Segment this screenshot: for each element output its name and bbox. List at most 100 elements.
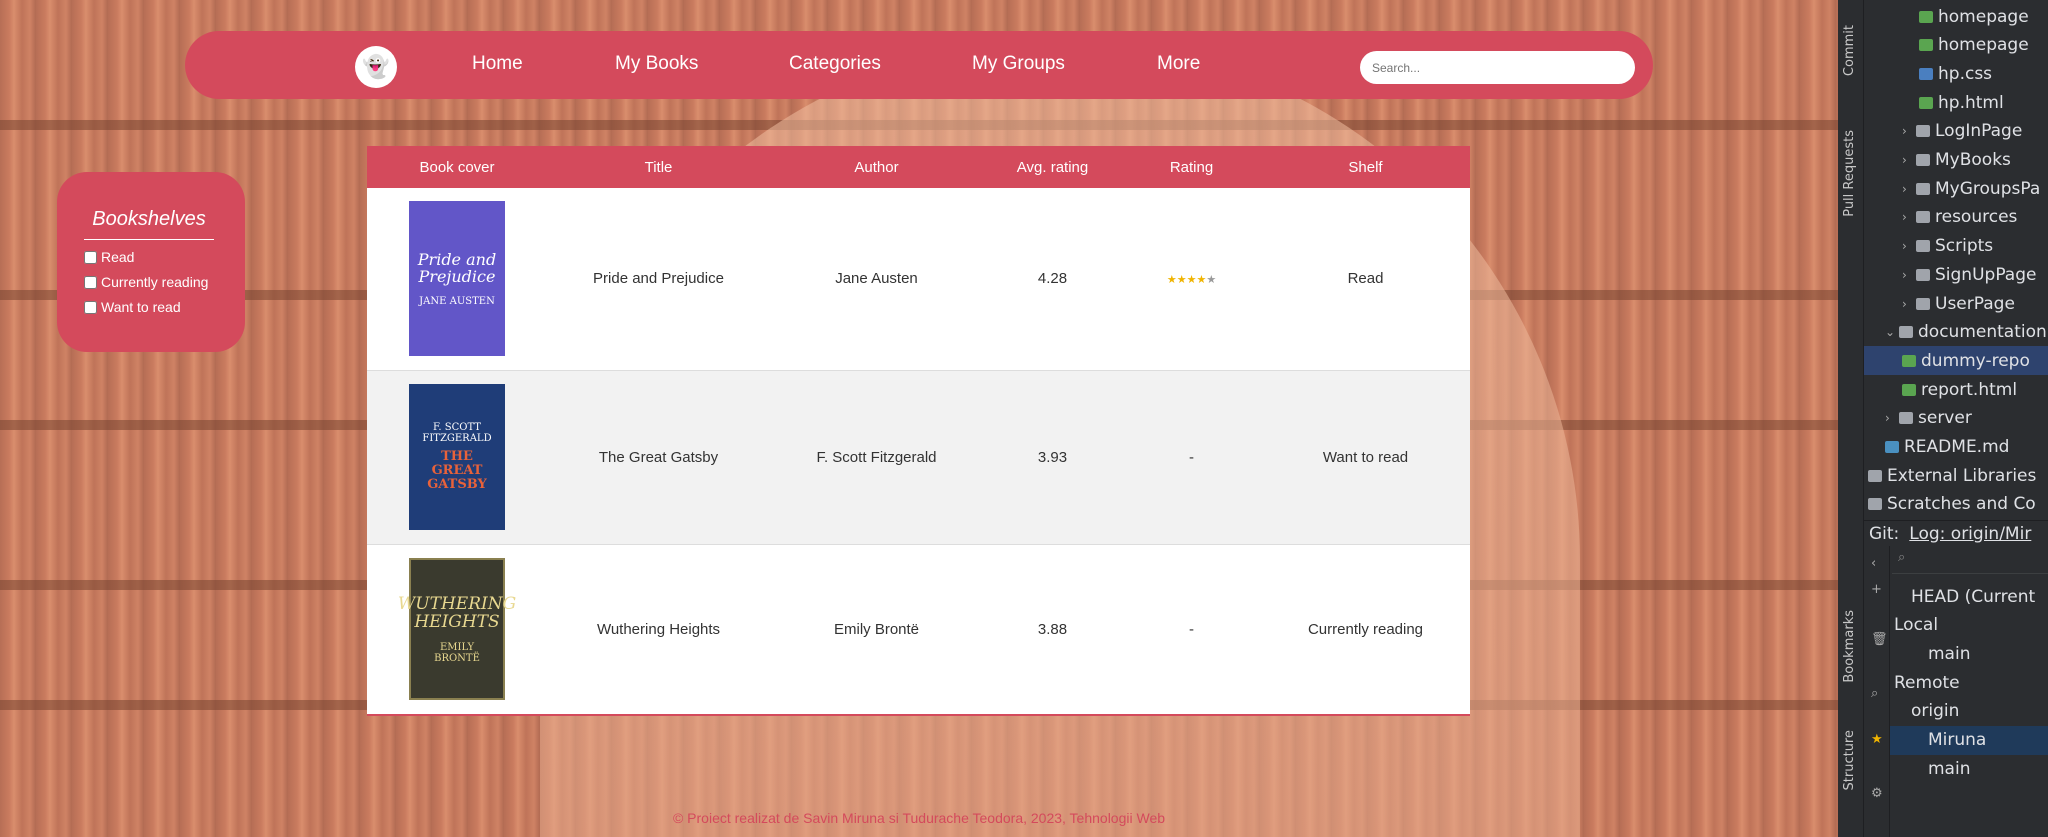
html-file-icon <box>1919 39 1933 52</box>
shelf-checkbox[interactable] <box>84 300 97 314</box>
book-author[interactable]: Emily Brontë <box>770 544 983 714</box>
delete-icon[interactable]: 🗑 <box>1871 632 1888 647</box>
project-tree-item[interactable]: › UserPage <box>1864 289 2048 318</box>
chevron-icon[interactable]: › <box>1885 411 1899 425</box>
project-tree-item[interactable]: dummy-repo <box>1864 346 2048 376</box>
table-row[interactable]: F. SCOTT FITZGERALD THE GREAT GATSBY The … <box>367 370 1470 544</box>
project-tree-item[interactable]: report.html <box>1864 375 2048 404</box>
git-branch-item[interactable]: main <box>1890 639 2048 668</box>
git-branch-item[interactable]: main <box>1890 754 2048 783</box>
plus-icon[interactable]: + <box>1871 582 1882 597</box>
nav-more[interactable]: More <box>1157 53 1200 75</box>
chevron-icon[interactable]: › <box>1902 297 1916 311</box>
ide-side-strip: Commit Pull Requests Bookmarks Structure <box>1838 0 1864 837</box>
book-author[interactable]: Jane Austen <box>770 188 983 370</box>
git-branch-item[interactable]: Remote <box>1890 668 2048 697</box>
project-tree-item[interactable]: › resources <box>1864 203 2048 232</box>
star-icon[interactable]: ★ <box>1187 274 1197 286</box>
star-icon[interactable]: ★ <box>1871 732 1883 747</box>
project-tree-item[interactable]: hp.html <box>1864 88 2048 117</box>
tree-item-label: MyGroupsPa <box>1935 178 2041 199</box>
ghost-logo-icon[interactable]: 👻 <box>355 46 397 88</box>
shelf-checkbox[interactable] <box>84 250 97 264</box>
chevron-icon[interactable]: › <box>1902 153 1916 167</box>
user-rating[interactable]: - <box>1122 370 1261 544</box>
nav-home[interactable]: Home <box>472 53 523 75</box>
shelf-label: Want to read <box>101 299 181 315</box>
git-branch-label: origin <box>1911 701 1960 722</box>
chevron-icon[interactable]: › <box>1902 210 1916 224</box>
git-branch-label: Miruna <box>1928 730 1987 750</box>
search-icon[interactable]: ⌕ <box>1871 686 1878 701</box>
git-branch-item[interactable]: Miruna <box>1890 725 2048 755</box>
chevron-icon[interactable]: ⌄ <box>1885 325 1899 339</box>
nav-my-books[interactable]: My Books <box>615 53 698 75</box>
gear-icon[interactable]: ⚙ <box>1871 786 1883 801</box>
git-branch-item[interactable]: origin <box>1890 697 2048 726</box>
project-tree-item[interactable]: › server <box>1864 404 2048 433</box>
git-log-tab[interactable]: Log: origin/Mir <box>1909 524 2031 544</box>
shelf-checkbox[interactable] <box>84 275 97 289</box>
folder-icon <box>1916 211 1930 224</box>
project-tree-item[interactable]: homepage <box>1864 2 2048 31</box>
star-icon[interactable]: ★ <box>1167 274 1177 286</box>
nav-my-groups[interactable]: My Groups <box>972 53 1065 75</box>
bookmarks-tab[interactable]: Bookmarks <box>1842 610 1857 683</box>
project-tree-item[interactable]: hp.css <box>1864 59 2048 88</box>
folder-icon <box>1916 125 1930 138</box>
git-branch-item[interactable]: HEAD (Current <box>1890 582 2048 611</box>
folder-icon <box>1916 154 1930 166</box>
project-tree-item[interactable]: › Scripts <box>1864 232 2048 261</box>
tree-item-label: dummy-repo <box>1921 350 2030 371</box>
shelf-filter-currently-reading[interactable]: Currently reading <box>84 274 245 290</box>
shelf-label: Read <box>101 249 135 265</box>
pull-requests-tab[interactable]: Pull Requests <box>1842 130 1857 217</box>
project-tree-item[interactable]: › MyGroupsPa <box>1864 174 2048 203</box>
git-branch-item[interactable]: Local <box>1890 611 2048 640</box>
book-title[interactable]: Wuthering Heights <box>547 544 770 714</box>
book-title[interactable]: The Great Gatsby <box>547 370 770 544</box>
chevron-icon[interactable]: › <box>1902 268 1916 282</box>
tree-item-label: hp.css <box>1938 63 1993 84</box>
git-branch-label: Local <box>1894 615 1939 636</box>
book-cover-image[interactable]: Pride and Prejudice JANE AUSTEN <box>409 201 505 357</box>
user-rating[interactable]: - <box>1122 544 1261 714</box>
tree-item-label: homepage <box>1938 6 2029 27</box>
table-row[interactable]: Pride and Prejudice JANE AUSTEN Pride and… <box>367 188 1470 370</box>
book-cover-image[interactable]: WUTHERING HEIGHTS EMILY BRONTË <box>398 558 516 701</box>
shelf-filter-want-to-read[interactable]: Want to read <box>84 299 245 315</box>
project-tree-item[interactable]: homepage <box>1864 31 2048 60</box>
book-cover-image[interactable]: F. SCOTT FITZGERALD THE GREAT GATSBY <box>409 384 505 530</box>
rating-stars[interactable]: ★★★★★ <box>1167 270 1216 287</box>
project-tree-item[interactable]: External Libraries <box>1864 461 2048 490</box>
chevron-icon[interactable]: › <box>1902 124 1916 138</box>
git-tool-column: ‹ + 🗑 ⌕ ★ ⚙ <box>1864 546 1890 837</box>
search-input[interactable] <box>1360 51 1635 84</box>
table-header-row: Book cover Title Author Avg. rating Rati… <box>367 146 1470 188</box>
book-author[interactable]: F. Scott Fitzgerald <box>770 370 983 544</box>
folder-icon <box>1899 412 1913 425</box>
html-file-icon <box>1902 354 1916 367</box>
user-rating[interactable]: ★★★★★ <box>1122 188 1261 370</box>
star-icon[interactable]: ★ <box>1177 274 1187 286</box>
table-row[interactable]: WUTHERING HEIGHTS EMILY BRONTË Wuthering … <box>367 544 1470 714</box>
nav-categories[interactable]: Categories <box>789 53 881 75</box>
structure-tab[interactable]: Structure <box>1842 730 1857 790</box>
git-branch-search[interactable]: ⌕ <box>1892 550 2048 574</box>
book-title[interactable]: Pride and Prejudice <box>547 188 770 370</box>
project-tree-item[interactable]: › LogInPage <box>1864 117 2048 146</box>
project-tree-item[interactable]: README.md <box>1864 433 2048 462</box>
shelf-filter-read[interactable]: Read <box>84 249 245 265</box>
tree-item-label: homepage <box>1938 35 2029 56</box>
project-tree-item[interactable]: › SignUpPage <box>1864 260 2048 289</box>
project-tree-item[interactable]: › MyBooks <box>1864 146 2048 175</box>
chevron-icon[interactable]: › <box>1902 182 1916 196</box>
chevron-left-icon[interactable]: ‹ <box>1871 556 1876 571</box>
star-icon[interactable]: ★ <box>1206 274 1216 286</box>
commit-tab[interactable]: Commit <box>1842 25 1857 76</box>
project-tree-item[interactable]: Scratches and Co <box>1864 490 2048 519</box>
project-tree-item[interactable]: ⌄ documentation <box>1864 318 2048 347</box>
chevron-icon[interactable]: › <box>1902 239 1916 253</box>
star-icon[interactable]: ★ <box>1196 274 1206 286</box>
column-header: Rating <box>1169 158 1214 176</box>
